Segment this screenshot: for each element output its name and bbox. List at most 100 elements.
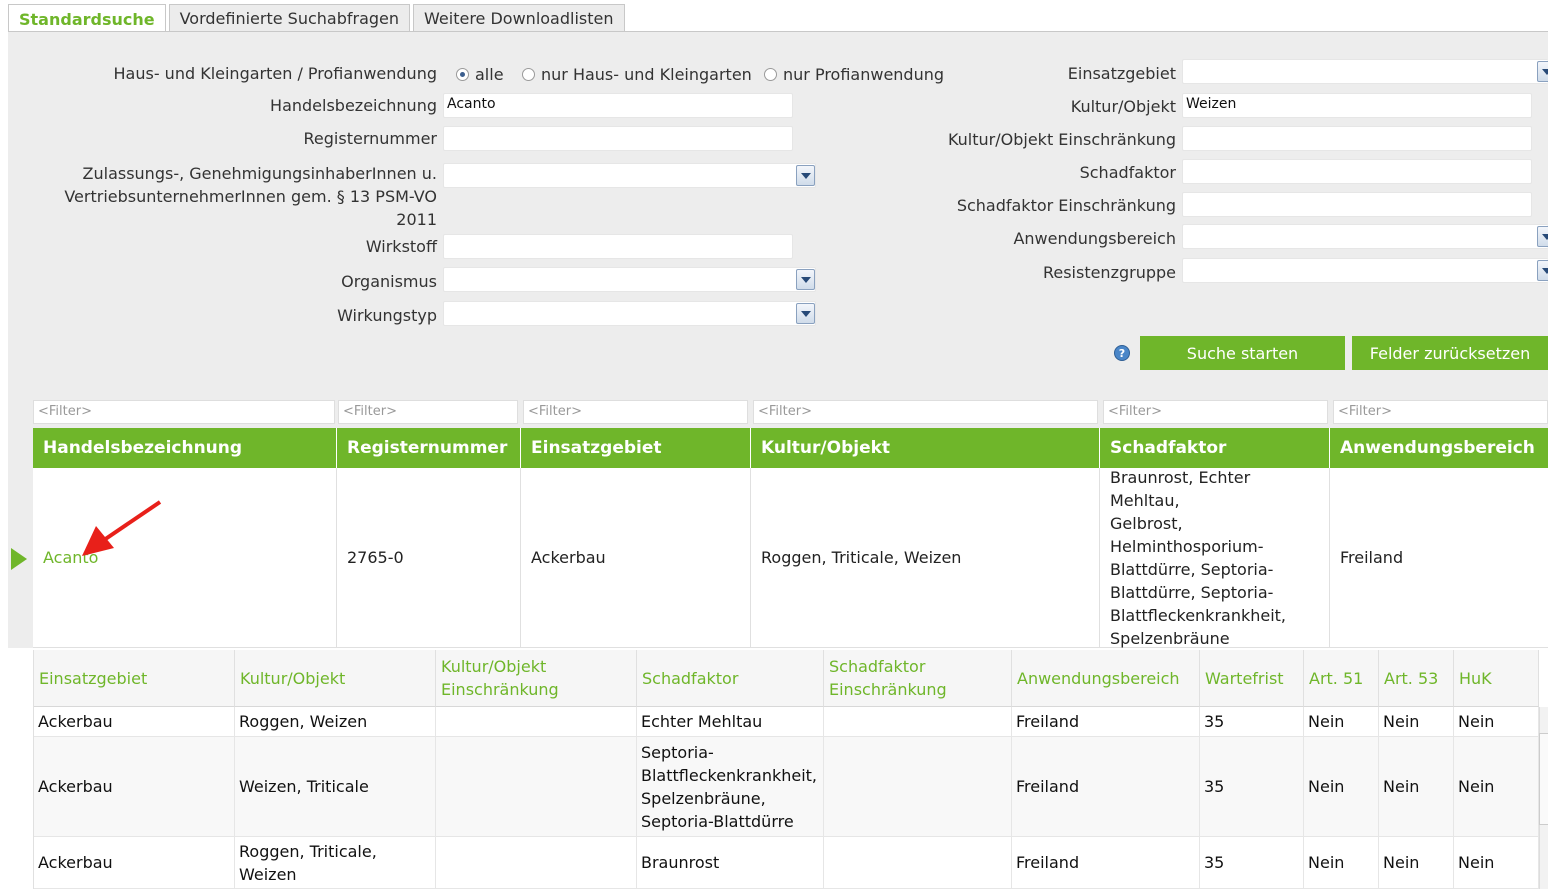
sub-cell-art53: Nein (1379, 837, 1454, 889)
radio-haus-kleingarten[interactable]: nur Haus- und Kleingarten (522, 65, 752, 84)
subheader-art51[interactable]: Art. 51 (1304, 650, 1379, 707)
subheader-schadfaktor-einschraenkung[interactable]: Schadfaktor Einschränkung (824, 650, 1012, 707)
sub-cell-huk: Nein (1454, 707, 1539, 737)
schadfaktor-line: Blattdürre, Septoria- (1110, 559, 1274, 579)
header-schadfaktor[interactable]: Schadfaktor (1100, 428, 1330, 468)
filter-schadfaktor[interactable]: <Filter> (1103, 400, 1328, 424)
handelsbezeichnung-input[interactable]: Acanto (443, 93, 793, 118)
resistenzgruppe-label: Resistenzgruppe (1042, 263, 1176, 282)
sub-cell-kultur: Weizen, Triticale (235, 737, 436, 837)
filter-kultur-objekt[interactable]: <Filter> (753, 400, 1098, 424)
subheader-text: Kultur/Objekt (441, 657, 547, 676)
filter-handelsbezeichnung[interactable]: <Filter> (33, 400, 335, 424)
haus-profi-label: Haus- und Kleingarten / Profianwendung (113, 64, 438, 83)
subheader-kultur-einschraenkung[interactable]: Kultur/Objekt Einschränkung (436, 650, 637, 707)
resistenzgruppe-select[interactable] (1182, 258, 1548, 283)
cell-registernummer: 2765-0 (337, 468, 521, 648)
reset-fields-button[interactable]: Felder zurücksetzen (1352, 336, 1548, 370)
sub-cell-huk: Nein (1454, 837, 1539, 889)
filter-anwendungsbereich[interactable]: <Filter> (1333, 400, 1548, 424)
header-handelsbezeichnung[interactable]: Handelsbezeichnung (33, 428, 337, 468)
chevron-down-icon[interactable] (796, 303, 815, 324)
subheader-schadfaktor[interactable]: Schadfaktor (637, 650, 824, 707)
schadfaktor-einschraenkung-label: Schadfaktor Einschränkung (956, 196, 1176, 215)
search-panel: Haus- und Kleingarten / Profianwendung a… (8, 32, 1548, 396)
detail-scrollbar-thumb[interactable] (1539, 733, 1548, 825)
sub-cell-kultur-ein (436, 707, 637, 737)
search-button[interactable]: Suche starten (1140, 336, 1345, 370)
sub-cell-huk: Nein (1454, 737, 1539, 837)
sub-cell-art51: Nein (1304, 737, 1379, 837)
anwendungsbereich-label: Anwendungsbereich (1013, 229, 1176, 248)
kultur-objekt-einschraenkung-input[interactable] (1182, 126, 1532, 151)
sub-cell-schad-ein (824, 837, 1012, 889)
header-registernummer[interactable]: Registernummer (337, 428, 521, 468)
cell-schadfaktor: Braunrost, Echter Mehltau, Gelbrost, Hel… (1100, 468, 1330, 648)
header-einsatzgebiet[interactable]: Einsatzgebiet (521, 428, 751, 468)
schadfaktor-input[interactable] (1182, 159, 1532, 184)
chevron-down-icon[interactable] (1537, 61, 1548, 82)
zulassungsinhaber-label-line1: Zulassungs-, GenehmigungsinhaberInnen u. (82, 164, 437, 183)
tab-standardsuche[interactable]: Standardsuche (8, 4, 166, 33)
sub-cell-einsatz: Ackerbau (34, 707, 235, 737)
radio-unchecked-icon (764, 68, 777, 81)
sub-kultur-line: Weizen (239, 864, 297, 884)
header-kultur-objekt[interactable]: Kultur/Objekt (751, 428, 1100, 468)
tab-vordefinierte-suchabfragen[interactable]: Vordefinierte Suchabfragen (168, 4, 411, 32)
schadfaktor-einschraenkung-input[interactable] (1182, 192, 1532, 217)
sub-cell-schad: Septoria- Blattfleckenkrankheit, Spelzen… (637, 737, 824, 837)
sub-cell-schad: Echter Mehltau (637, 707, 824, 737)
sub-cell-art51: Nein (1304, 837, 1379, 889)
filter-einsatzgebiet[interactable]: <Filter> (523, 400, 748, 424)
schadfaktor-line: Braunrost, Echter Mehltau, (1110, 467, 1251, 510)
expand-row-icon[interactable] (11, 548, 27, 570)
sub-cell-art53: Nein (1379, 707, 1454, 737)
chevron-down-icon[interactable] (1537, 260, 1548, 281)
subheader-wartefrist[interactable]: Wartefrist (1200, 650, 1304, 707)
subheader-kultur-objekt[interactable]: Kultur/Objekt (235, 650, 436, 707)
radio-alle[interactable]: alle (456, 65, 504, 84)
anwendungsbereich-select[interactable] (1182, 224, 1548, 249)
organismus-select[interactable] (443, 267, 816, 292)
kultur-objekt-label: Kultur/Objekt (1070, 97, 1176, 116)
subheader-text: Einschränkung (829, 680, 947, 699)
schadfaktor-line: Blattfleckenkrankheit, (1110, 605, 1287, 625)
sub-cell-warte: 35 (1200, 707, 1304, 737)
subheader-einsatzgebiet[interactable]: Einsatzgebiet (34, 650, 235, 707)
detail-grid: Einsatzgebiet Kultur/Objekt Kultur/Objek… (33, 650, 1548, 889)
schadfaktor-text: Braunrost, Echter Mehltau, Gelbrost, Hel… (1110, 466, 1319, 650)
registernummer-label: Registernummer (303, 129, 437, 148)
handelsbezeichnung-label: Handelsbezeichnung (270, 96, 437, 115)
sub-schad-line: Blattfleckenkrankheit, (641, 765, 818, 785)
chevron-down-icon[interactable] (796, 269, 815, 290)
subheader-anwendungsbereich[interactable]: Anwendungsbereich (1012, 650, 1200, 707)
sub-cell-anwend: Freiland (1012, 707, 1200, 737)
zulassungsinhaber-select[interactable] (443, 163, 816, 188)
header-anwendungsbereich[interactable]: Anwendungsbereich (1330, 428, 1548, 468)
wirkstoff-input[interactable] (443, 234, 793, 259)
schadfaktor-line: Gelbrost, (1110, 513, 1183, 533)
schadfaktor-line: Blattdürre, Septoria- (1110, 582, 1274, 602)
filter-row: <Filter> <Filter> <Filter> <Filter> <Fil… (8, 396, 1548, 428)
subheader-art53[interactable]: Art. 53 (1379, 650, 1454, 707)
wirkungstyp-select[interactable] (443, 301, 816, 326)
einsatzgebiet-select[interactable] (1182, 59, 1548, 84)
tab-weitere-downloadlisten[interactable]: Weitere Downloadlisten (413, 4, 625, 32)
grid-header-row: Handelsbezeichnung Registernummer Einsat… (33, 428, 1548, 468)
wirkstoff-label: Wirkstoff (365, 237, 437, 256)
chevron-down-icon[interactable] (796, 165, 815, 186)
sub-cell-art53: Nein (1379, 737, 1454, 837)
wirkungstyp-label: Wirkungstyp (337, 306, 437, 325)
cell-kultur-objekt: Roggen, Triticale, Weizen (751, 468, 1100, 648)
subheader-huk[interactable]: HuK (1454, 650, 1539, 707)
help-icon[interactable]: ? (1114, 345, 1130, 361)
filter-registernummer[interactable]: <Filter> (338, 400, 518, 424)
sub-cell-warte: 35 (1200, 737, 1304, 837)
kultur-objekt-input[interactable]: Weizen (1182, 93, 1532, 118)
registernummer-input[interactable] (443, 126, 793, 151)
chevron-down-icon[interactable] (1537, 226, 1548, 247)
radio-haus-label: nur Haus- und Kleingarten (541, 65, 752, 84)
schadfaktor-label: Schadfaktor (1079, 163, 1176, 182)
schadfaktor-line: Spelzenbräune (1110, 628, 1230, 648)
radio-alle-label: alle (475, 65, 504, 84)
